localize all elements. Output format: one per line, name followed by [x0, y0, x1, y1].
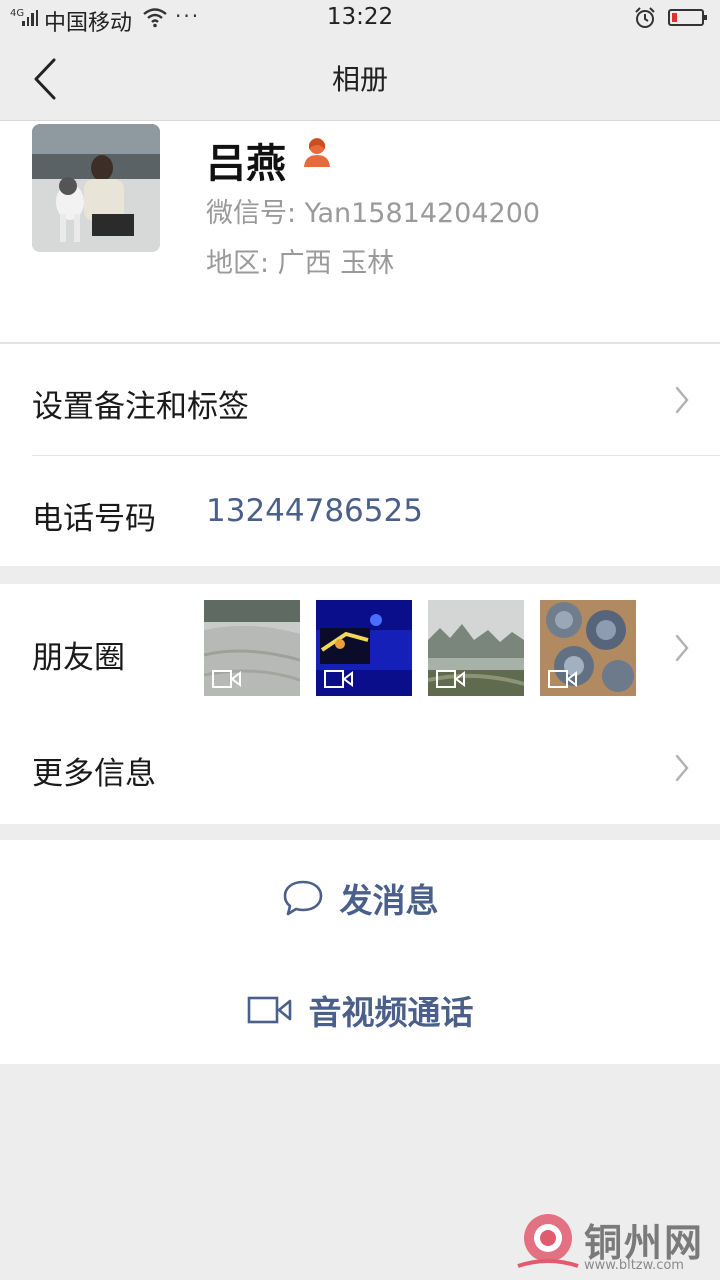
watermark-url: www.bltzw.com [584, 1258, 684, 1273]
contact-name: 吕燕 [206, 141, 286, 187]
phone-row: 电话号码 13244786525 [0, 456, 720, 566]
phone-number[interactable]: 13244786525 [206, 493, 423, 529]
video-icon [324, 670, 353, 688]
moments-row[interactable]: 朋友圈 [0, 584, 720, 712]
chat-bubble-icon [283, 880, 322, 916]
video-call-label: 音视频通话 [308, 993, 474, 1032]
moment-thumbnail[interactable] [428, 600, 524, 696]
send-message-label: 发消息 [339, 881, 439, 920]
moment-thumbnail[interactable] [316, 600, 412, 696]
video-call-button[interactable]: 音视频通话 [0, 986, 720, 1034]
page-title: 相册 [331, 63, 388, 96]
nav-bar: 相册 [0, 38, 720, 121]
remark-label: 设置备注和标签 [32, 389, 249, 425]
phone-label: 电话号码 [32, 501, 156, 537]
chevron-right-icon [675, 386, 689, 414]
video-icon [548, 670, 577, 688]
watermark-logo-icon [517, 1214, 579, 1268]
chevron-right-icon [675, 634, 689, 662]
remark-row[interactable]: 设置备注和标签 [0, 344, 720, 456]
moments-thumbnails [204, 600, 636, 696]
clock: 13:22 [326, 4, 394, 30]
video-icon [212, 670, 241, 688]
moment-thumbnail[interactable] [540, 600, 636, 696]
status-bar: 4G 中国移动 ··· 13:22 [0, 0, 720, 38]
chevron-right-icon [675, 754, 689, 782]
avatar[interactable] [32, 124, 160, 252]
wechat-id: 微信号: Yan15814204200 [206, 198, 541, 229]
site-watermark: 铜州网 www.bltzw.com [516, 1212, 716, 1276]
video-icon [436, 670, 465, 688]
more-info-row[interactable]: 更多信息 [0, 712, 720, 824]
profile-card: 吕燕 微信号: Yan15814204200 地区: 广西 玉林 [0, 121, 720, 343]
battery-icon [668, 9, 707, 26]
actions-panel: 发消息 音视频通话 [0, 840, 720, 1064]
send-message-button[interactable]: 发消息 [0, 874, 720, 922]
moment-thumbnail[interactable] [204, 600, 300, 696]
more-info-label: 更多信息 [32, 756, 156, 792]
video-camera-icon [247, 996, 291, 1024]
region: 地区: 广西 玉林 [206, 248, 395, 279]
female-person-icon [304, 138, 330, 167]
alarm-icon [635, 7, 655, 28]
moments-label: 朋友圈 [32, 640, 125, 676]
